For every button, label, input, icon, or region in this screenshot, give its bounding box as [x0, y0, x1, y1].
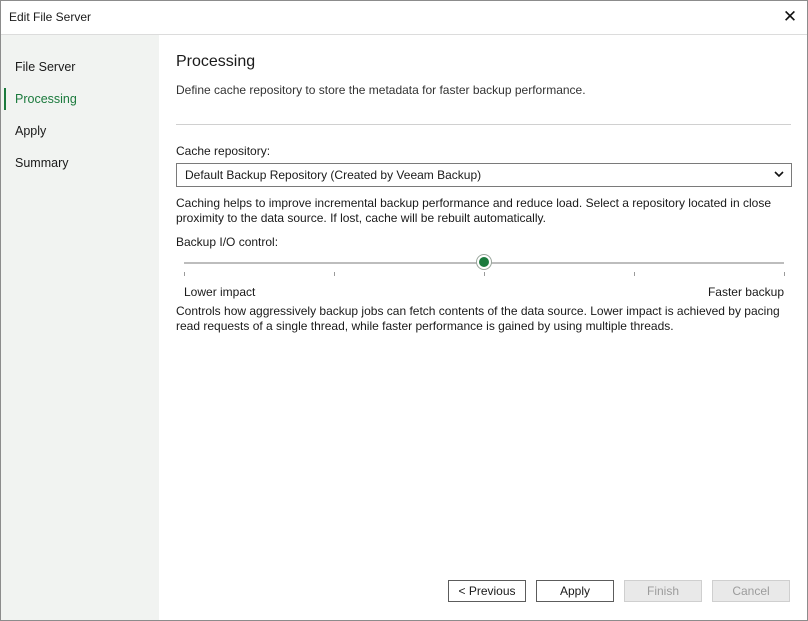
cache-repository-value: Default Backup Repository (Created by Ve… — [185, 168, 482, 182]
slider-tick — [484, 272, 485, 276]
backup-io-slider[interactable] — [184, 252, 785, 276]
slider-tick — [784, 272, 785, 276]
backup-io-control-label: Backup I/O control: — [176, 235, 279, 249]
window-title: Edit File Server — [9, 10, 92, 24]
page-description: Define cache repository to store the met… — [176, 83, 586, 97]
main-panel: Processing Define cache repository to st… — [160, 35, 807, 620]
lower-impact-label: Lower impact — [184, 285, 256, 299]
close-button[interactable]: ✕ — [777, 4, 803, 30]
cancel-button[interactable]: Cancel — [712, 580, 790, 602]
slider-tick — [334, 272, 335, 276]
slider-tick — [184, 272, 185, 276]
apply-button[interactable]: Apply — [536, 580, 614, 602]
step-apply[interactable]: Apply — [15, 124, 46, 138]
step-file-server[interactable]: File Server — [15, 60, 75, 74]
step-processing[interactable]: Processing — [15, 92, 77, 106]
slider-thumb-dot — [479, 257, 489, 267]
previous-button[interactable]: < Previous — [448, 580, 526, 602]
title-bar: Edit File Server ✕ — [1, 1, 807, 35]
chevron-down-icon — [774, 171, 784, 178]
finish-button[interactable]: Finish — [624, 580, 702, 602]
edit-file-server-dialog: Edit File Server ✕ File Server Processin… — [0, 0, 808, 621]
cache-help-text: Caching helps to improve incremental bac… — [176, 196, 771, 225]
page-title: Processing — [176, 53, 256, 70]
step-summary[interactable]: Summary — [15, 156, 68, 170]
faster-backup-label: Faster backup — [707, 285, 784, 299]
cache-repository-label: Cache repository: — [176, 144, 271, 158]
slider-thumb[interactable] — [476, 254, 492, 270]
wizard-steps-sidebar: File Server Processing Apply Summary — [1, 35, 159, 620]
slider-tick — [634, 272, 635, 276]
header-divider — [176, 124, 791, 125]
cache-repository-select[interactable]: Default Backup Repository (Created by Ve… — [176, 163, 792, 187]
io-help-text: Controls how aggressively backup jobs ca… — [176, 304, 780, 333]
close-icon: ✕ — [782, 7, 798, 26]
active-step-indicator — [4, 88, 6, 110]
